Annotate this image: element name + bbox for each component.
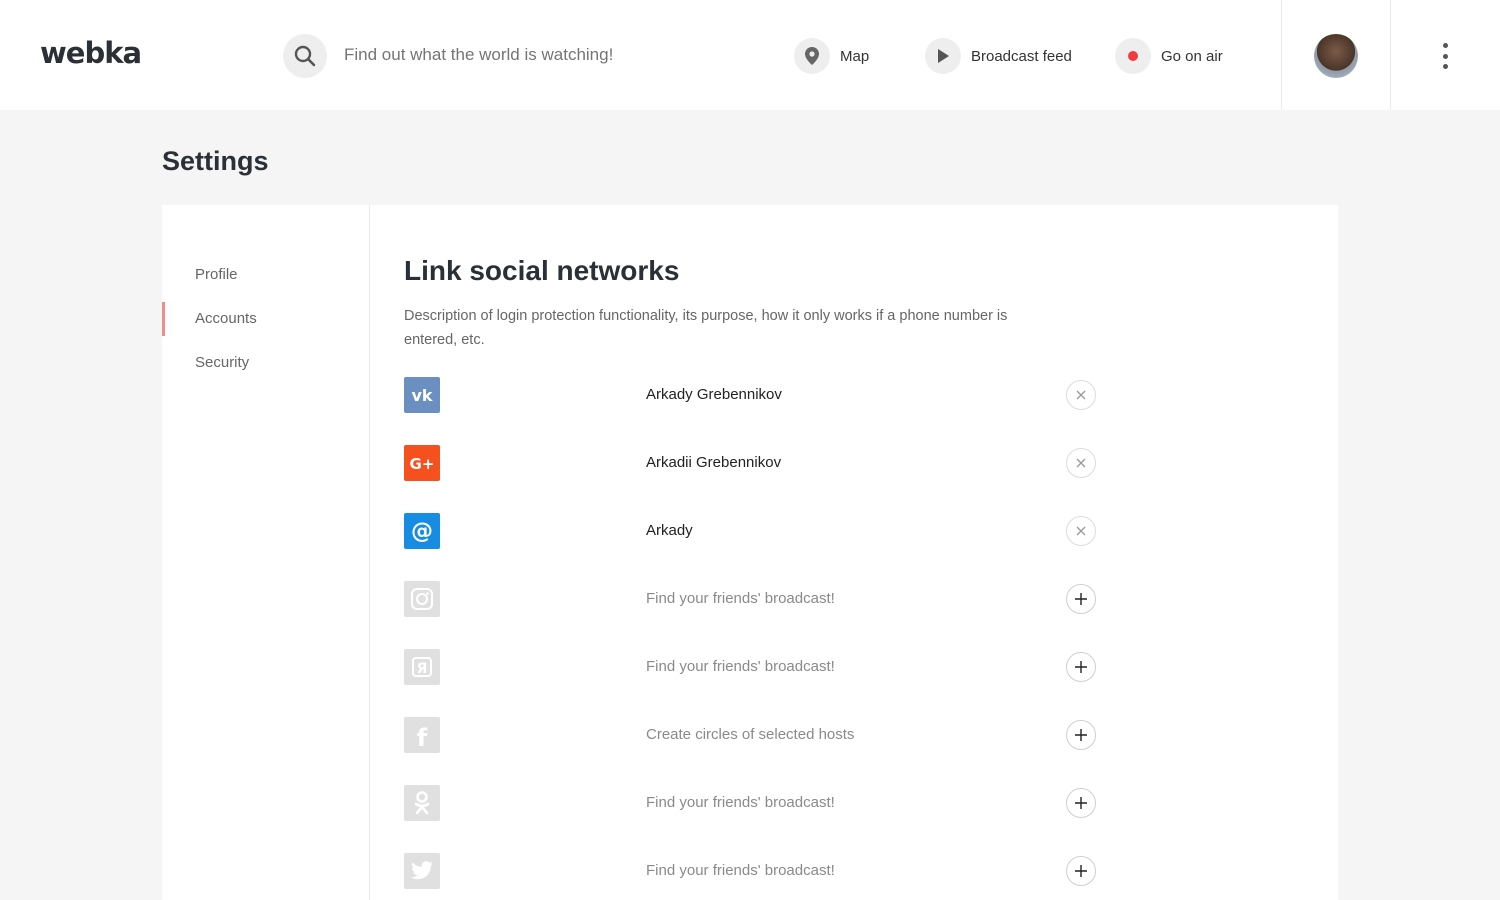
sidebar-item-profile[interactable]: Profile — [162, 258, 369, 292]
account-prompt: Find your friends' broadcast! — [646, 658, 835, 675]
unlink-button[interactable] — [1066, 448, 1096, 478]
header-divider — [1281, 0, 1282, 110]
plus-icon — [1075, 865, 1087, 877]
link-button[interactable] — [1066, 856, 1096, 886]
unlink-button[interactable] — [1066, 516, 1096, 546]
sidebar-item-accounts[interactable]: Accounts — [162, 302, 369, 336]
section-description: Description of login protection function… — [404, 308, 1008, 348]
account-prompt: Find your friends' broadcast! — [646, 590, 835, 607]
nav-air-label: Go on air — [1161, 47, 1223, 65]
account-row-yandex: Я Find your friends' broadcast! — [404, 649, 1104, 685]
more-menu-icon[interactable] — [1435, 40, 1455, 72]
instagram-icon — [404, 581, 440, 617]
nav-feed-label: Broadcast feed — [971, 47, 1072, 65]
sidebar-item-security[interactable]: Security — [162, 346, 369, 380]
svg-text:f: f — [417, 724, 428, 749]
close-icon — [1076, 526, 1086, 536]
top-header: webka Find out what the world is watchin… — [0, 0, 1500, 110]
plus-icon — [1075, 729, 1087, 741]
account-prompt: Find your friends' broadcast! — [646, 794, 835, 811]
facebook-icon: f — [404, 717, 440, 753]
svg-text:G+: G+ — [410, 455, 435, 472]
account-prompt: Create circles of selected hosts — [646, 726, 855, 743]
search-button[interactable] — [283, 34, 327, 78]
search-icon — [294, 45, 316, 67]
account-name: Arkadii Grebennikov — [646, 454, 782, 471]
avatar[interactable] — [1314, 34, 1358, 78]
yandex-icon: Я — [404, 649, 440, 685]
plus-icon — [1075, 661, 1087, 673]
link-button[interactable] — [1066, 788, 1096, 818]
plus-icon — [1075, 593, 1087, 605]
svg-text:Я: Я — [417, 661, 428, 677]
account-row-google-plus: G+ Arkadii Grebennikov — [404, 445, 1104, 481]
odnoklassniki-icon — [404, 785, 440, 821]
account-name: Arkady Grebennikov — [646, 386, 782, 403]
unlink-button[interactable] — [1066, 380, 1096, 410]
twitter-icon — [404, 853, 440, 889]
settings-card: Profile Accounts Security Link social ne… — [162, 205, 1338, 900]
nav-go-on-air[interactable]: Go on air — [1115, 38, 1223, 74]
account-row-instagram: Find your friends' broadcast! — [404, 581, 1104, 617]
plus-icon — [1075, 797, 1087, 809]
nav-map-label: Map — [840, 47, 870, 65]
account-row-facebook: f Create circles of selected hosts — [404, 717, 1104, 753]
account-prompt: Find your friends' broadcast! — [646, 862, 835, 879]
link-button[interactable] — [1066, 652, 1096, 682]
account-row-vk: vk Arkady Grebennikov — [404, 377, 1104, 413]
close-icon — [1076, 390, 1086, 400]
record-icon — [1128, 51, 1138, 61]
svg-text:vk: vk — [411, 387, 432, 403]
header-divider — [1390, 0, 1391, 110]
section-title: Link social networks — [404, 255, 680, 286]
logo[interactable]: webka — [40, 36, 142, 70]
link-button[interactable] — [1066, 584, 1096, 614]
search-input[interactable]: Find out what the world is watching! — [344, 45, 613, 65]
nav-broadcast-feed[interactable]: Broadcast feed — [925, 38, 1072, 74]
account-row-twitter: Find your friends' broadcast! — [404, 853, 1104, 889]
page-title: Settings — [162, 146, 269, 176]
account-row-mail: @ Arkady — [404, 513, 1104, 549]
close-icon — [1076, 458, 1086, 468]
map-pin-icon — [805, 47, 819, 65]
settings-sidebar: Profile Accounts Security — [162, 205, 370, 900]
at-sign-icon: @ — [404, 513, 440, 549]
nav-map[interactable]: Map — [794, 38, 869, 74]
google-plus-icon: G+ — [404, 445, 440, 481]
account-row-odnoklassniki: Find your friends' broadcast! — [404, 785, 1104, 821]
link-button[interactable] — [1066, 720, 1096, 750]
play-icon — [938, 49, 949, 63]
vk-icon: vk — [404, 377, 440, 413]
account-name: Arkady — [646, 522, 693, 539]
svg-text:@: @ — [411, 519, 433, 544]
